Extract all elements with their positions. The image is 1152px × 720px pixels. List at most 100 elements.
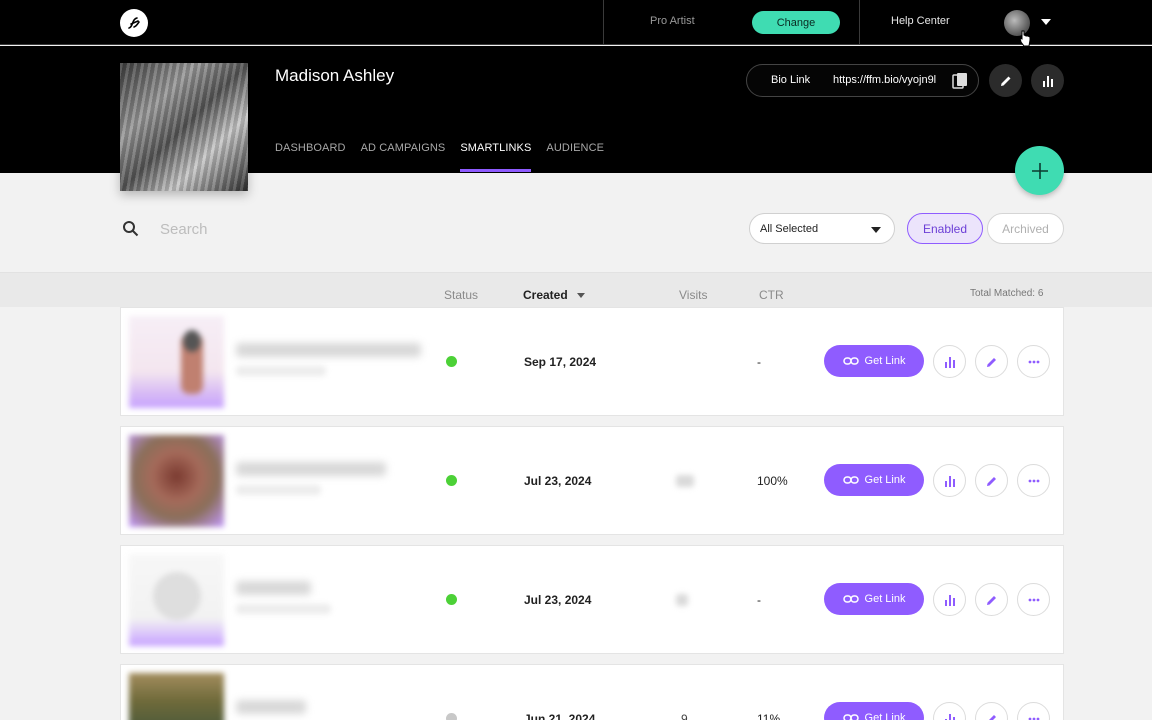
visits-value: 9 [681, 712, 688, 720]
smartlink-artwork [129, 554, 224, 646]
table-row[interactable]: Sep 17, 2024 - Get Link [120, 307, 1064, 416]
smartlink-title [236, 343, 421, 357]
search-icon [123, 221, 139, 237]
chevron-down-icon [871, 227, 881, 233]
bio-link-pill: Bio Link https://ffm.bio/vyojn9l [746, 64, 979, 97]
stats-button[interactable] [933, 583, 966, 616]
pencil-icon [1000, 76, 1010, 86]
more-options-button[interactable] [1017, 702, 1050, 720]
status-indicator [446, 594, 457, 605]
get-link-label: Get Link [864, 593, 906, 605]
column-visits[interactable]: Visits [679, 288, 707, 302]
help-center-link[interactable]: Help Center [891, 15, 950, 27]
bar-chart-icon [1042, 75, 1053, 87]
tab-smartlinks[interactable]: SMARTLINKS [460, 142, 532, 172]
pencil-icon [988, 714, 996, 720]
stats-button[interactable] [933, 464, 966, 497]
edit-button[interactable] [975, 702, 1008, 720]
total-matched-count: Total Matched: 6 [970, 288, 1044, 299]
link-icon [842, 476, 859, 484]
pencil-icon [986, 357, 996, 367]
add-smartlink-button[interactable] [1015, 146, 1064, 195]
enabled-toggle[interactable]: Enabled [907, 213, 983, 244]
column-status[interactable]: Status [444, 288, 478, 302]
link-icon [842, 595, 859, 603]
bio-link-url[interactable]: https://ffm.bio/vyojn9l [833, 74, 945, 86]
created-date: Jun 21, 2024 [524, 712, 596, 720]
table-row[interactable]: Jul 23, 2024 - Get Link [120, 545, 1064, 654]
get-link-label: Get Link [864, 712, 906, 720]
account-menu-caret-icon[interactable] [1041, 19, 1051, 25]
plus-icon [1031, 162, 1048, 179]
created-date: Jul 23, 2024 [524, 474, 592, 488]
smartlink-artwork [129, 316, 224, 408]
pencil-icon [986, 476, 996, 486]
ellipsis-icon [1028, 360, 1039, 363]
table-row[interactable]: Jun 21, 2024 9 11% Get Link [120, 664, 1064, 720]
visits-value-blurred [676, 475, 694, 487]
more-options-button[interactable] [1017, 464, 1050, 497]
smartlink-subtitle [236, 485, 321, 495]
smartlink-title [236, 581, 311, 595]
created-date: Jul 23, 2024 [524, 593, 592, 607]
divider [603, 0, 604, 45]
table-row[interactable]: Jul 23, 2024 100% Get Link [120, 426, 1064, 535]
get-link-button[interactable]: Get Link [824, 345, 924, 377]
tab-ad-campaigns[interactable]: AD CAMPAIGNS [361, 142, 446, 172]
copy-icon[interactable] [952, 72, 968, 90]
link-icon [842, 714, 859, 720]
ellipsis-icon [1028, 598, 1039, 601]
search-input[interactable] [160, 218, 460, 240]
section-nav: DASHBOARD AD CAMPAIGNS SMARTLINKS AUDIEN… [275, 142, 604, 172]
edit-button[interactable] [975, 345, 1008, 378]
tab-audience[interactable]: AUDIENCE [546, 142, 604, 172]
sort-descending-icon[interactable] [577, 293, 585, 298]
smartlink-subtitle [236, 366, 326, 376]
edit-artist-button[interactable] [989, 64, 1022, 97]
artist-photo [120, 63, 248, 191]
smartlink-title [236, 700, 306, 714]
archived-toggle[interactable]: Archived [987, 213, 1064, 244]
stats-button[interactable] [933, 702, 966, 720]
ctr-value: 11% [757, 712, 781, 720]
column-ctr[interactable]: CTR [759, 288, 784, 302]
status-indicator [446, 356, 457, 367]
ctr-value: 100% [757, 474, 788, 488]
column-created[interactable]: Created [523, 288, 568, 302]
bio-link-label: Bio Link [771, 74, 811, 86]
top-bar: Pro Artist Change Help Center [0, 0, 1152, 47]
edit-button[interactable] [975, 464, 1008, 497]
stats-button[interactable] [933, 345, 966, 378]
link-icon [842, 357, 859, 365]
app-logo-icon[interactable] [120, 9, 148, 37]
change-plan-button[interactable]: Change [752, 11, 840, 34]
ellipsis-icon [1028, 479, 1039, 482]
smartlink-title [236, 462, 386, 476]
artist-stats-button[interactable] [1031, 64, 1064, 97]
smartlink-artwork [129, 673, 224, 720]
hand-cursor-icon [1019, 30, 1031, 47]
more-options-button[interactable] [1017, 345, 1050, 378]
bar-chart-icon [944, 475, 955, 487]
bar-chart-icon [944, 713, 955, 720]
get-link-button[interactable]: Get Link [824, 702, 924, 720]
more-options-button[interactable] [1017, 583, 1050, 616]
visits-value-blurred [676, 594, 688, 606]
ellipsis-icon [1028, 717, 1039, 720]
bar-chart-icon [944, 594, 955, 606]
get-link-button[interactable]: Get Link [824, 583, 924, 615]
ctr-value: - [757, 593, 761, 607]
tab-dashboard[interactable]: DASHBOARD [275, 142, 346, 172]
status-indicator [446, 713, 457, 720]
status-indicator [446, 475, 457, 486]
artist-name: Madison Ashley [275, 66, 395, 85]
get-link-button[interactable]: Get Link [824, 464, 924, 496]
get-link-label: Get Link [864, 474, 906, 486]
edit-button[interactable] [975, 583, 1008, 616]
get-link-label: Get Link [864, 355, 906, 367]
filter-select-value: All Selected [760, 223, 819, 235]
plan-label: Pro Artist [650, 15, 695, 27]
filter-select[interactable]: All Selected [749, 213, 895, 244]
created-date: Sep 17, 2024 [524, 355, 597, 369]
ctr-value: - [757, 355, 761, 369]
